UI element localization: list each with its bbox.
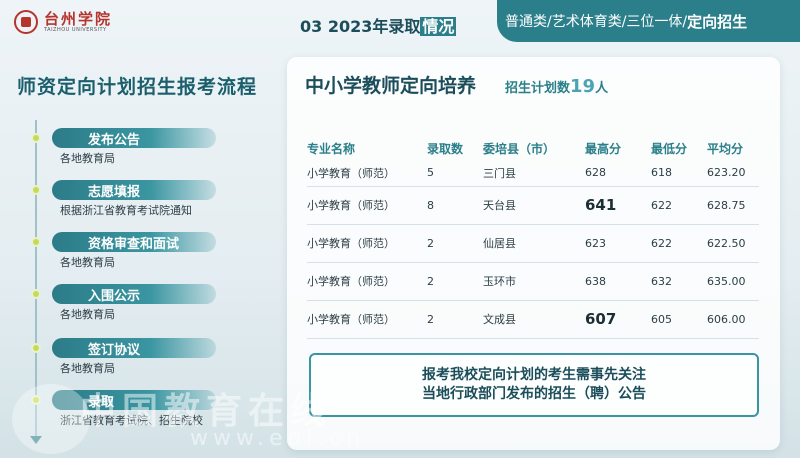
cell-admitted: 2 [427,300,483,339]
table-row: 小学教育（师范） 2 仙居县 623 622 622.50 [307,224,759,263]
process-step: 签订协议 各地教育局 [26,338,276,378]
admission-table: 专业名称 录取数 委培县（市） 最高分 最低分 平均分 小学教育（师范） 5 三… [307,136,759,339]
logo-chinese-name: 台州学院 [44,10,113,28]
cell-min-score: 622 [651,186,707,225]
step-dot-icon [31,237,41,247]
cell-max-score: 623 [585,224,651,263]
step-label: 签订协议 [88,343,141,358]
watermark-logo-icon [12,384,90,454]
column-header: 平均分 [707,141,744,156]
process-step: 发布公告 各地教育局 [26,128,276,168]
university-logo: 台州学院 TAIZHOU UNIVERSITY [14,10,112,34]
step-label-pill: 资格审查和面试 [52,232,216,252]
cell-avg-score: 628.75 [707,186,759,225]
step-label: 发布公告 [88,133,141,148]
process-step: 志愿填报 根据浙江省教育考试院通知 [26,180,276,220]
cell-admitted: 8 [427,186,483,225]
cell-max-score: 628 [585,160,651,187]
plan-label: 招生计划数 [505,81,571,96]
cell-avg-score: 606.00 [707,300,759,339]
cell-county: 三门县 [483,160,585,187]
cell-admitted: 2 [427,262,483,301]
step-dot-icon [31,133,41,143]
cell-min-score: 618 [651,160,707,187]
table-row: 小学教育（师范） 8 天台县 641 622 628.75 [307,186,759,225]
plan-count: 19 [570,76,596,97]
section-title-accent: 情况 [420,17,457,36]
cell-max-score: 607 [585,300,651,339]
column-header: 委培县（市） [483,141,556,156]
cell-county: 仙居县 [483,224,585,263]
cell-county: 玉环市 [483,262,585,301]
cell-admitted: 5 [427,160,483,187]
section-title: 03 2023年录取 情况 [300,13,457,37]
watermark: 中国教育在线 www.eol.cn [0,378,800,458]
plan-count-label: 招生计划数19人 [505,76,608,97]
step-description: 根据浙江省教育考试院通知 [60,204,192,217]
step-label: 资格审查和面试 [88,237,180,252]
cell-major: 小学教育（师范） [307,224,427,263]
step-label: 入围公示 [88,289,141,304]
step-label: 志愿填报 [88,185,141,200]
cell-major: 小学教育（师范） [307,186,427,225]
step-description: 各地教育局 [60,362,115,375]
column-header: 专业名称 [307,141,356,156]
column-header: 录取数 [427,141,464,156]
cell-min-score: 622 [651,224,707,263]
cell-major: 小学教育（师范） [307,262,427,301]
column-header: 最高分 [585,141,622,156]
table-row: 小学教育（师范） 2 文成县 607 605 606.00 [307,300,759,339]
step-description: 各地教育局 [60,256,115,269]
step-label-pill: 入围公示 [52,284,216,304]
logo-english-name: TAIZHOU UNIVERSITY [44,27,107,33]
process-step: 入围公示 各地教育局 [26,284,276,324]
cell-avg-score: 623.20 [707,160,759,187]
cell-county: 文成县 [483,300,585,339]
cell-min-score: 605 [651,300,707,339]
section-title-prefix: 03 2023年录取 [300,17,421,36]
category-active: 定向招生 [687,12,748,31]
step-description: 各地教育局 [60,152,115,165]
step-label-pill: 发布公告 [52,128,216,148]
column-header: 最低分 [651,141,688,156]
cell-avg-score: 635.00 [707,262,759,301]
cell-avg-score: 622.50 [707,224,759,263]
cell-max-score: 641 [585,186,651,225]
process-title: 师资定向计划招生报考流程 [17,76,258,98]
table-header-row: 专业名称 录取数 委培县（市） 最高分 最低分 平均分 [307,136,759,160]
cell-admitted: 2 [427,224,483,263]
step-label-pill: 志愿填报 [52,180,216,200]
category-list: 普通类/艺术体育类/三位一体/ [505,14,688,30]
cell-major: 小学教育（师范） [307,160,427,187]
table-row: 小学教育（师范） 2 玉环市 638 632 635.00 [307,262,759,301]
process-step: 资格审查和面试 各地教育局 [26,232,276,272]
card-title: 中小学教师定向培养 [305,75,477,97]
step-dot-icon [31,185,41,195]
table-row: 小学教育（师范） 5 三门县 628 618 623.20 [307,160,759,187]
watermark-url: www.eol.cn [190,426,366,451]
cell-min-score: 632 [651,262,707,301]
category-banner: 普通类/艺术体育类/三位一体/定向招生 [497,0,800,42]
step-label-pill: 签订协议 [52,338,216,358]
top-bar: 台州学院 TAIZHOU UNIVERSITY 03 2023年录取 情况 普通类… [0,0,800,50]
cell-major: 小学教育（师范） [307,300,427,339]
cell-max-score: 638 [585,262,651,301]
step-description: 各地教育局 [60,308,115,321]
cell-county: 天台县 [483,186,585,225]
step-dot-icon [31,343,41,353]
seal-icon [14,10,38,34]
step-dot-icon [31,289,41,299]
plan-unit: 人 [595,81,609,96]
